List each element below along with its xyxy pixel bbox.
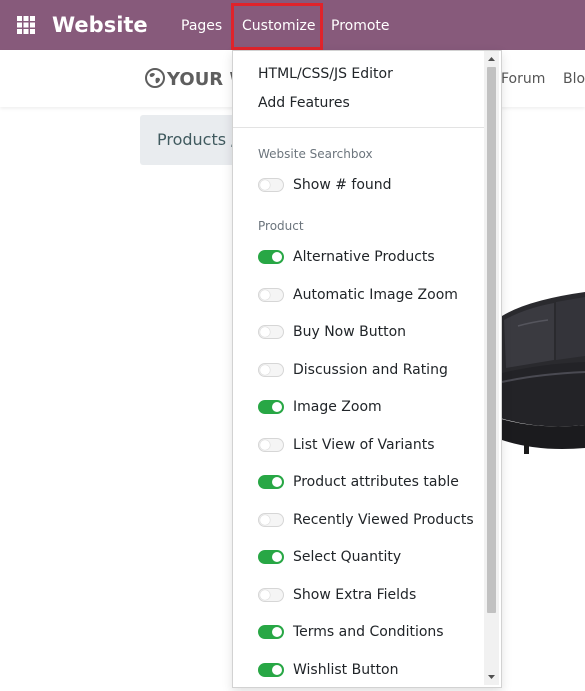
toggle-switch[interactable] <box>258 178 284 192</box>
option-wishlist-button[interactable]: Wishlist Button <box>258 660 483 680</box>
globe-icon <box>145 68 165 88</box>
toggle-knob <box>260 440 270 450</box>
nav-customize-menu[interactable]: Customize <box>242 16 316 36</box>
nav-promote-menu[interactable]: Promote <box>331 16 390 36</box>
app-title[interactable]: Website <box>52 11 148 39</box>
toggle-switch[interactable] <box>258 475 284 489</box>
option-label: List View of Variants <box>293 437 435 453</box>
option-select-quantity[interactable]: Select Quantity <box>258 547 483 567</box>
option-list-view-of-variants[interactable]: List View of Variants <box>258 435 483 455</box>
option-label: Alternative Products <box>293 249 435 265</box>
toggle-knob <box>272 552 282 562</box>
option-label: Discussion and Rating <box>293 362 448 378</box>
toggle-switch[interactable] <box>258 625 284 639</box>
scrollbar-thumb[interactable] <box>487 67 496 613</box>
toggle-knob <box>272 665 282 675</box>
option-show-extra-fields[interactable]: Show Extra Fields <box>258 585 483 605</box>
nav-pages-menu[interactable]: Pages <box>181 16 222 36</box>
option-discussion-and-rating[interactable]: Discussion and Rating <box>258 360 483 380</box>
toggle-switch[interactable] <box>258 363 284 377</box>
toggle-knob <box>260 327 270 337</box>
apps-grid-icon[interactable] <box>17 16 35 34</box>
add-features-link[interactable]: Add Features <box>258 94 350 112</box>
toggle-knob <box>260 515 270 525</box>
section-header-product: Product <box>258 219 304 233</box>
option-alternative-products[interactable]: Alternative Products <box>258 247 483 267</box>
option-automatic-image-zoom[interactable]: Automatic Image Zoom <box>258 285 483 305</box>
option-label: Select Quantity <box>293 549 402 565</box>
toggle-knob <box>272 252 282 262</box>
option-product-attributes-table[interactable]: Product attributes table <box>258 472 483 492</box>
option-terms-and-conditions[interactable]: Terms and Conditions <box>258 622 483 642</box>
site-nav-forum[interactable]: Forum <box>501 70 545 88</box>
option-show-found[interactable]: Show # found <box>258 175 483 195</box>
toggle-switch[interactable] <box>258 438 284 452</box>
customize-dropdown-menu: HTML/CSS/JS Editor Add Features Website … <box>232 50 502 688</box>
breadcrumb-products[interactable]: Products / <box>157 130 237 150</box>
toggle-knob <box>260 365 270 375</box>
toggle-switch[interactable] <box>258 513 284 527</box>
option-label: Show # found <box>293 177 392 193</box>
dropdown-scrollbar[interactable] <box>484 51 499 685</box>
site-nav-blog[interactable]: Blo <box>563 70 585 88</box>
scroll-up-arrow-icon[interactable] <box>484 53 499 65</box>
option-buy-now-button[interactable]: Buy Now Button <box>258 322 483 342</box>
option-label: Buy Now Button <box>293 324 407 340</box>
option-label: Product attributes table <box>293 474 459 490</box>
option-image-zoom[interactable]: Image Zoom <box>258 397 483 417</box>
toggle-switch[interactable] <box>258 250 284 264</box>
option-label: Show Extra Fields <box>293 587 417 603</box>
toggle-knob <box>260 590 270 600</box>
option-label: Wishlist Button <box>293 662 399 678</box>
html-css-js-editor-link[interactable]: HTML/CSS/JS Editor <box>258 65 393 83</box>
toggle-switch[interactable] <box>258 288 284 302</box>
toggle-knob <box>272 402 282 412</box>
toggle-switch[interactable] <box>258 325 284 339</box>
scroll-down-arrow-icon[interactable] <box>484 671 499 683</box>
option-recently-viewed-products[interactable]: Recently Viewed Products <box>258 510 483 530</box>
toggle-knob <box>260 180 270 190</box>
toggle-switch[interactable] <box>258 400 284 414</box>
toggle-switch[interactable] <box>258 663 284 677</box>
option-label: Recently Viewed Products <box>293 512 474 528</box>
toggle-switch[interactable] <box>258 588 284 602</box>
top-navbar: Website Pages Customize Promote <box>0 0 585 50</box>
option-label: Terms and Conditions <box>293 624 444 640</box>
toggle-switch[interactable] <box>258 550 284 564</box>
toggle-knob <box>272 627 282 637</box>
option-label: Automatic Image Zoom <box>293 287 458 303</box>
toggle-knob <box>272 477 282 487</box>
option-label: Image Zoom <box>293 399 382 415</box>
menu-divider <box>233 127 485 128</box>
product-image[interactable] <box>498 290 585 470</box>
section-header-website-searchbox: Website Searchbox <box>258 147 373 161</box>
toggle-knob <box>260 290 270 300</box>
